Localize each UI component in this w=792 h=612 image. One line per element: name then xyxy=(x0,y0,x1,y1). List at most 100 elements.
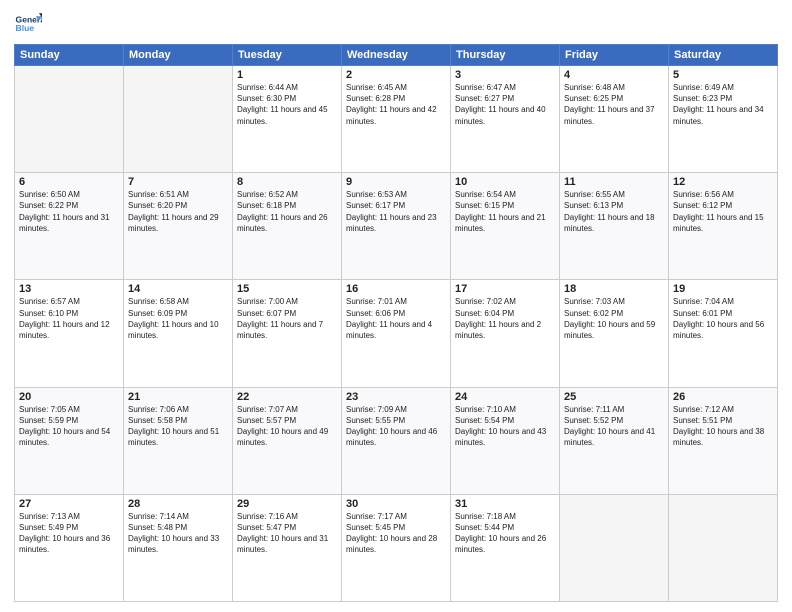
day-info: Sunrise: 7:18 AM Sunset: 5:44 PM Dayligh… xyxy=(455,511,555,556)
day-info: Sunrise: 7:07 AM Sunset: 5:57 PM Dayligh… xyxy=(237,404,337,449)
calendar-week-5: 27Sunrise: 7:13 AM Sunset: 5:49 PM Dayli… xyxy=(15,494,778,601)
weekday-header-row: SundayMondayTuesdayWednesdayThursdayFrid… xyxy=(15,45,778,66)
calendar-cell: 27Sunrise: 7:13 AM Sunset: 5:49 PM Dayli… xyxy=(15,494,124,601)
calendar-cell: 13Sunrise: 6:57 AM Sunset: 6:10 PM Dayli… xyxy=(15,280,124,387)
day-info: Sunrise: 6:48 AM Sunset: 6:25 PM Dayligh… xyxy=(564,82,664,127)
day-info: Sunrise: 6:47 AM Sunset: 6:27 PM Dayligh… xyxy=(455,82,555,127)
calendar-cell: 30Sunrise: 7:17 AM Sunset: 5:45 PM Dayli… xyxy=(342,494,451,601)
calendar-week-1: 1Sunrise: 6:44 AM Sunset: 6:30 PM Daylig… xyxy=(15,66,778,173)
day-info: Sunrise: 7:16 AM Sunset: 5:47 PM Dayligh… xyxy=(237,511,337,556)
day-info: Sunrise: 7:14 AM Sunset: 5:48 PM Dayligh… xyxy=(128,511,228,556)
calendar-cell: 17Sunrise: 7:02 AM Sunset: 6:04 PM Dayli… xyxy=(451,280,560,387)
day-info: Sunrise: 6:45 AM Sunset: 6:28 PM Dayligh… xyxy=(346,82,446,127)
day-info: Sunrise: 6:51 AM Sunset: 6:20 PM Dayligh… xyxy=(128,189,228,234)
calendar-cell: 26Sunrise: 7:12 AM Sunset: 5:51 PM Dayli… xyxy=(669,387,778,494)
day-info: Sunrise: 7:12 AM Sunset: 5:51 PM Dayligh… xyxy=(673,404,773,449)
weekday-header-saturday: Saturday xyxy=(669,45,778,66)
calendar-week-4: 20Sunrise: 7:05 AM Sunset: 5:59 PM Dayli… xyxy=(15,387,778,494)
header: General Blue xyxy=(14,10,778,38)
calendar-cell: 14Sunrise: 6:58 AM Sunset: 6:09 PM Dayli… xyxy=(124,280,233,387)
day-number: 23 xyxy=(346,391,446,403)
day-info: Sunrise: 7:02 AM Sunset: 6:04 PM Dayligh… xyxy=(455,296,555,341)
day-number: 22 xyxy=(237,391,337,403)
weekday-header-sunday: Sunday xyxy=(15,45,124,66)
day-info: Sunrise: 7:11 AM Sunset: 5:52 PM Dayligh… xyxy=(564,404,664,449)
day-number: 5 xyxy=(673,69,773,81)
logo-icon: General Blue xyxy=(14,10,42,38)
day-number: 21 xyxy=(128,391,228,403)
day-number: 19 xyxy=(673,283,773,295)
day-number: 15 xyxy=(237,283,337,295)
day-number: 25 xyxy=(564,391,664,403)
calendar-cell: 28Sunrise: 7:14 AM Sunset: 5:48 PM Dayli… xyxy=(124,494,233,601)
day-info: Sunrise: 6:58 AM Sunset: 6:09 PM Dayligh… xyxy=(128,296,228,341)
calendar-cell: 18Sunrise: 7:03 AM Sunset: 6:02 PM Dayli… xyxy=(560,280,669,387)
calendar-week-3: 13Sunrise: 6:57 AM Sunset: 6:10 PM Dayli… xyxy=(15,280,778,387)
calendar-cell: 5Sunrise: 6:49 AM Sunset: 6:23 PM Daylig… xyxy=(669,66,778,173)
day-info: Sunrise: 7:17 AM Sunset: 5:45 PM Dayligh… xyxy=(346,511,446,556)
calendar-cell: 19Sunrise: 7:04 AM Sunset: 6:01 PM Dayli… xyxy=(669,280,778,387)
day-info: Sunrise: 7:03 AM Sunset: 6:02 PM Dayligh… xyxy=(564,296,664,341)
day-number: 2 xyxy=(346,69,446,81)
calendar-cell: 3Sunrise: 6:47 AM Sunset: 6:27 PM Daylig… xyxy=(451,66,560,173)
day-number: 26 xyxy=(673,391,773,403)
day-info: Sunrise: 6:49 AM Sunset: 6:23 PM Dayligh… xyxy=(673,82,773,127)
day-number: 16 xyxy=(346,283,446,295)
day-number: 6 xyxy=(19,176,119,188)
day-number: 13 xyxy=(19,283,119,295)
day-info: Sunrise: 6:55 AM Sunset: 6:13 PM Dayligh… xyxy=(564,189,664,234)
day-number: 30 xyxy=(346,498,446,510)
day-number: 8 xyxy=(237,176,337,188)
calendar-cell xyxy=(560,494,669,601)
day-info: Sunrise: 6:57 AM Sunset: 6:10 PM Dayligh… xyxy=(19,296,119,341)
svg-text:Blue: Blue xyxy=(16,23,35,33)
calendar-cell: 2Sunrise: 6:45 AM Sunset: 6:28 PM Daylig… xyxy=(342,66,451,173)
calendar-cell: 25Sunrise: 7:11 AM Sunset: 5:52 PM Dayli… xyxy=(560,387,669,494)
calendar: SundayMondayTuesdayWednesdayThursdayFrid… xyxy=(14,44,778,602)
day-number: 9 xyxy=(346,176,446,188)
calendar-cell: 1Sunrise: 6:44 AM Sunset: 6:30 PM Daylig… xyxy=(233,66,342,173)
day-info: Sunrise: 7:00 AM Sunset: 6:07 PM Dayligh… xyxy=(237,296,337,341)
calendar-cell: 15Sunrise: 7:00 AM Sunset: 6:07 PM Dayli… xyxy=(233,280,342,387)
logo: General Blue xyxy=(14,10,42,38)
day-number: 4 xyxy=(564,69,664,81)
calendar-cell: 4Sunrise: 6:48 AM Sunset: 6:25 PM Daylig… xyxy=(560,66,669,173)
calendar-cell: 10Sunrise: 6:54 AM Sunset: 6:15 PM Dayli… xyxy=(451,173,560,280)
calendar-cell xyxy=(669,494,778,601)
calendar-cell: 20Sunrise: 7:05 AM Sunset: 5:59 PM Dayli… xyxy=(15,387,124,494)
day-info: Sunrise: 7:13 AM Sunset: 5:49 PM Dayligh… xyxy=(19,511,119,556)
calendar-cell: 22Sunrise: 7:07 AM Sunset: 5:57 PM Dayli… xyxy=(233,387,342,494)
day-info: Sunrise: 7:01 AM Sunset: 6:06 PM Dayligh… xyxy=(346,296,446,341)
day-info: Sunrise: 6:56 AM Sunset: 6:12 PM Dayligh… xyxy=(673,189,773,234)
day-info: Sunrise: 7:10 AM Sunset: 5:54 PM Dayligh… xyxy=(455,404,555,449)
day-number: 20 xyxy=(19,391,119,403)
calendar-cell: 6Sunrise: 6:50 AM Sunset: 6:22 PM Daylig… xyxy=(15,173,124,280)
calendar-cell: 11Sunrise: 6:55 AM Sunset: 6:13 PM Dayli… xyxy=(560,173,669,280)
calendar-cell: 7Sunrise: 6:51 AM Sunset: 6:20 PM Daylig… xyxy=(124,173,233,280)
day-info: Sunrise: 6:52 AM Sunset: 6:18 PM Dayligh… xyxy=(237,189,337,234)
day-info: Sunrise: 6:50 AM Sunset: 6:22 PM Dayligh… xyxy=(19,189,119,234)
day-number: 17 xyxy=(455,283,555,295)
calendar-cell: 24Sunrise: 7:10 AM Sunset: 5:54 PM Dayli… xyxy=(451,387,560,494)
day-info: Sunrise: 7:05 AM Sunset: 5:59 PM Dayligh… xyxy=(19,404,119,449)
day-info: Sunrise: 7:09 AM Sunset: 5:55 PM Dayligh… xyxy=(346,404,446,449)
day-number: 10 xyxy=(455,176,555,188)
day-number: 1 xyxy=(237,69,337,81)
day-info: Sunrise: 6:44 AM Sunset: 6:30 PM Dayligh… xyxy=(237,82,337,127)
day-number: 29 xyxy=(237,498,337,510)
day-number: 11 xyxy=(564,176,664,188)
calendar-cell xyxy=(15,66,124,173)
day-info: Sunrise: 7:06 AM Sunset: 5:58 PM Dayligh… xyxy=(128,404,228,449)
calendar-cell: 8Sunrise: 6:52 AM Sunset: 6:18 PM Daylig… xyxy=(233,173,342,280)
day-number: 14 xyxy=(128,283,228,295)
calendar-cell xyxy=(124,66,233,173)
day-info: Sunrise: 6:54 AM Sunset: 6:15 PM Dayligh… xyxy=(455,189,555,234)
calendar-cell: 21Sunrise: 7:06 AM Sunset: 5:58 PM Dayli… xyxy=(124,387,233,494)
day-number: 24 xyxy=(455,391,555,403)
day-number: 28 xyxy=(128,498,228,510)
day-info: Sunrise: 7:04 AM Sunset: 6:01 PM Dayligh… xyxy=(673,296,773,341)
weekday-header-monday: Monday xyxy=(124,45,233,66)
weekday-header-wednesday: Wednesday xyxy=(342,45,451,66)
day-number: 12 xyxy=(673,176,773,188)
day-number: 7 xyxy=(128,176,228,188)
